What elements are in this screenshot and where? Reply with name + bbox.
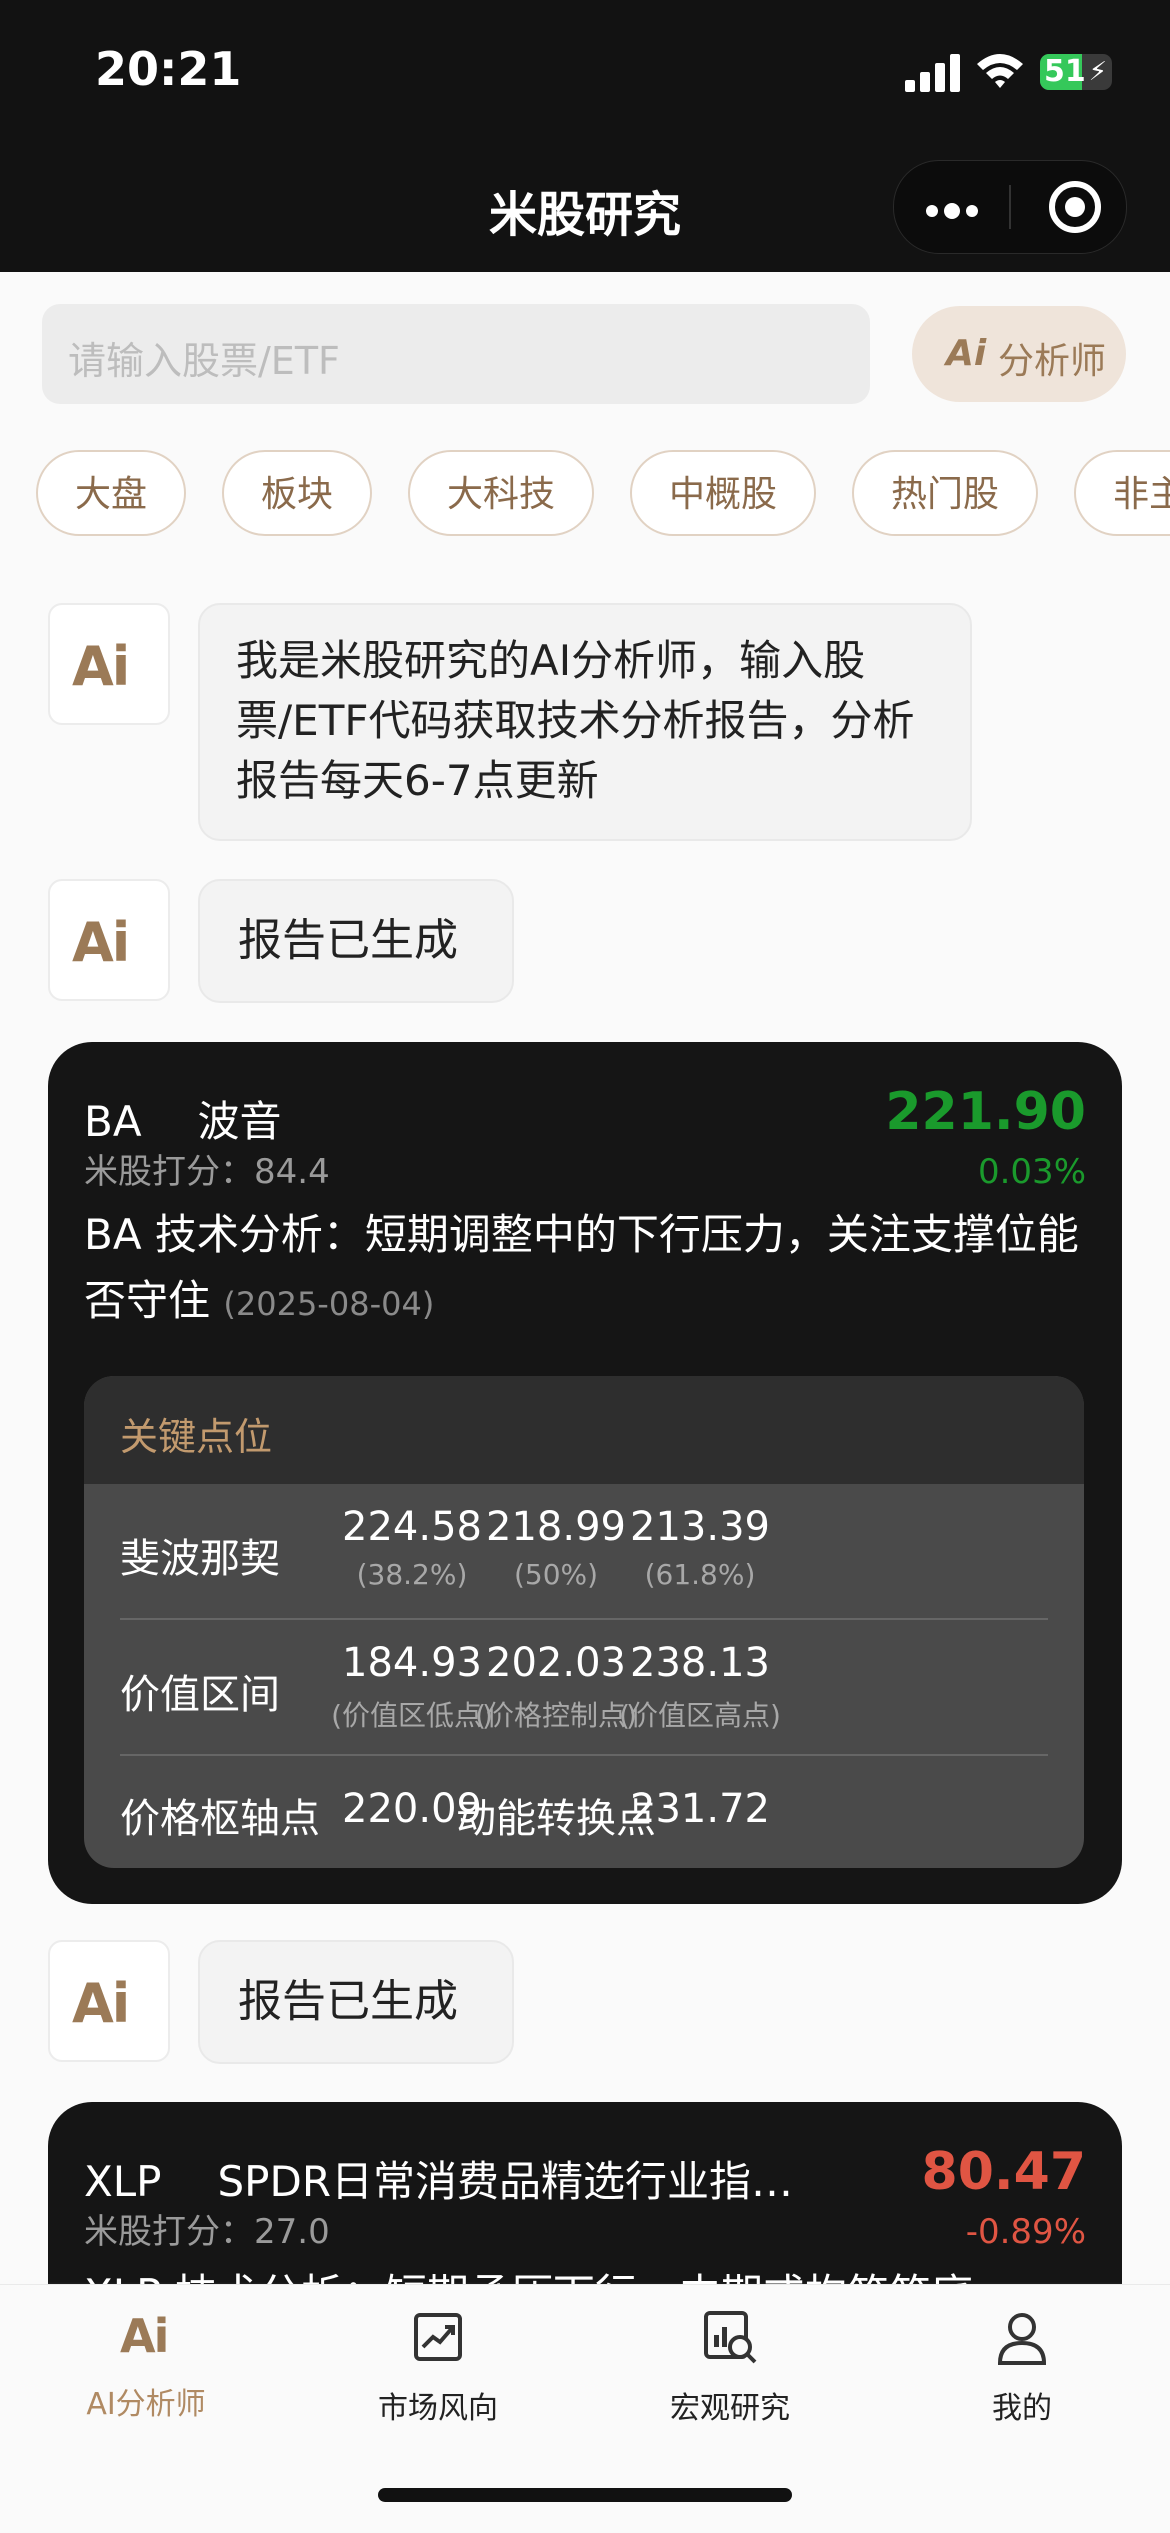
search-placeholder: 请输入股票/ETF — [68, 339, 340, 383]
ai-analyst-icon: Ai — [120, 2309, 169, 2363]
value-zone-value-3: 238.13 — [630, 1640, 770, 1686]
stock-title: XLP SPDR日常消费品精选行业指… — [84, 2148, 844, 2209]
battery-indicator: 51 ⚡ — [1040, 54, 1112, 90]
value-zone-sub-3: (价值区高点) — [619, 1699, 781, 1732]
stock-price: 80.47 — [921, 2142, 1086, 2202]
report-generated-message: 报告已生成 — [198, 879, 514, 1003]
tab-ai-analyst[interactable]: Ai AI分析师 — [0, 2307, 292, 2427]
key-levels-title: 关键点位 — [120, 1415, 273, 1459]
target-circle-icon — [1049, 181, 1101, 233]
tab-profile[interactable]: 我的 — [876, 2307, 1168, 2427]
charging-bolt-icon: ⚡ — [1088, 57, 1107, 87]
trend-chart-icon — [414, 2313, 462, 2361]
tab-label: 宏观研究 — [670, 2391, 790, 2426]
chip-more[interactable]: 非主 — [1074, 450, 1170, 536]
ai-avatar: Ai — [48, 879, 170, 1001]
momentum-switch-value: 231.72 — [630, 1786, 770, 1832]
stock-score: 米股打分：27.0 — [84, 2212, 330, 2252]
chip-china-concept[interactable]: 中概股 — [630, 450, 816, 536]
ai-logo-icon: Ai — [72, 911, 130, 974]
stock-change: 0.03% — [977, 1152, 1086, 1192]
analyst-button-label: 分析师 — [998, 341, 1107, 382]
home-indicator — [378, 2488, 792, 2502]
status-time: 20:21 — [95, 42, 242, 96]
tab-label: 市场风向 — [378, 2391, 498, 2426]
search-input[interactable]: 请输入股票/ETF — [42, 304, 870, 404]
fib-value-3: 213.39 — [630, 1504, 770, 1550]
ai-logo-icon: Ai — [72, 635, 130, 698]
value-zone-label: 价值区间 — [120, 1672, 280, 1718]
intro-message: 我是米股研究的AI分析师，输入股票/ETF代码获取技术分析报告，分析报告每天6-… — [198, 603, 972, 841]
chip-hot-stocks[interactable]: 热门股 — [852, 450, 1038, 536]
key-levels-header: 关键点位 — [84, 1376, 1084, 1484]
mini-program-capsule — [893, 160, 1127, 254]
close-miniprogram-button[interactable] — [1011, 161, 1126, 253]
tab-label: 我的 — [992, 2391, 1052, 2426]
top-bar: 20:21 51 ⚡ 米股研究 — [0, 0, 1170, 272]
tab-label: AI分析师 — [86, 2387, 206, 2422]
more-menu-button[interactable] — [894, 161, 1009, 253]
ai-avatar: Ai — [48, 1940, 170, 2062]
row-divider — [120, 1618, 1048, 1620]
stock-symbol: XLP — [84, 2157, 162, 2206]
report-card-ba[interactable]: BA 波音 米股打分：84.4 221.90 0.03% BA 技术分析：短期调整… — [48, 1042, 1122, 1904]
wifi-icon — [977, 54, 1023, 88]
stock-price: 221.90 — [885, 1082, 1086, 1142]
ai-logo-icon: Ai — [72, 1972, 130, 2035]
fib-sub-3: (61.8%) — [644, 1558, 756, 1591]
fib-label: 斐波那契 — [120, 1536, 280, 1582]
stock-change: -0.89% — [965, 2212, 1086, 2252]
tab-market-trend[interactable]: 市场风向 — [292, 2307, 584, 2427]
chip-big-tech[interactable]: 大科技 — [408, 450, 594, 536]
analyst-button[interactable]: Ai 分析师 — [912, 306, 1126, 402]
cellular-signal-icon — [905, 54, 960, 92]
more-dots-icon — [926, 201, 984, 221]
stock-name: SPDR日常消费品精选行业指… — [217, 2157, 794, 2206]
key-levels-panel: 关键点位 斐波那契 224.58 (38.2%) 218.99 (50%) 21… — [84, 1376, 1084, 1868]
stock-score: 米股打分：84.4 — [84, 1152, 330, 1192]
stock-name: 波音 — [197, 1097, 282, 1146]
stock-symbol: BA — [84, 1097, 142, 1146]
ai-avatar: Ai — [48, 603, 170, 725]
report-headline: BA 技术分析：短期调整中的下行压力，关注支撑位能否守住 (2025-08-04… — [84, 1202, 1094, 1337]
report-date: (2025-08-04) — [223, 1285, 435, 1323]
row-divider — [120, 1754, 1048, 1756]
chip-market[interactable]: 大盘 — [36, 450, 186, 536]
research-icon — [704, 2311, 757, 2364]
chip-sector[interactable]: 板块 — [222, 450, 372, 536]
category-chips: 大盘 板块 大科技 中概股 热门股 非主 — [36, 450, 1170, 540]
tab-macro-research[interactable]: 宏观研究 — [584, 2307, 876, 2427]
report-generated-message: 报告已生成 — [198, 1940, 514, 2064]
stock-title: BA 波音 — [84, 1088, 282, 1149]
pivot-label: 价格枢轴点 — [120, 1796, 320, 1842]
battery-level-text: 51 — [1044, 54, 1086, 89]
ai-logo-icon: Ai — [946, 333, 987, 374]
person-icon — [997, 2313, 1047, 2365]
